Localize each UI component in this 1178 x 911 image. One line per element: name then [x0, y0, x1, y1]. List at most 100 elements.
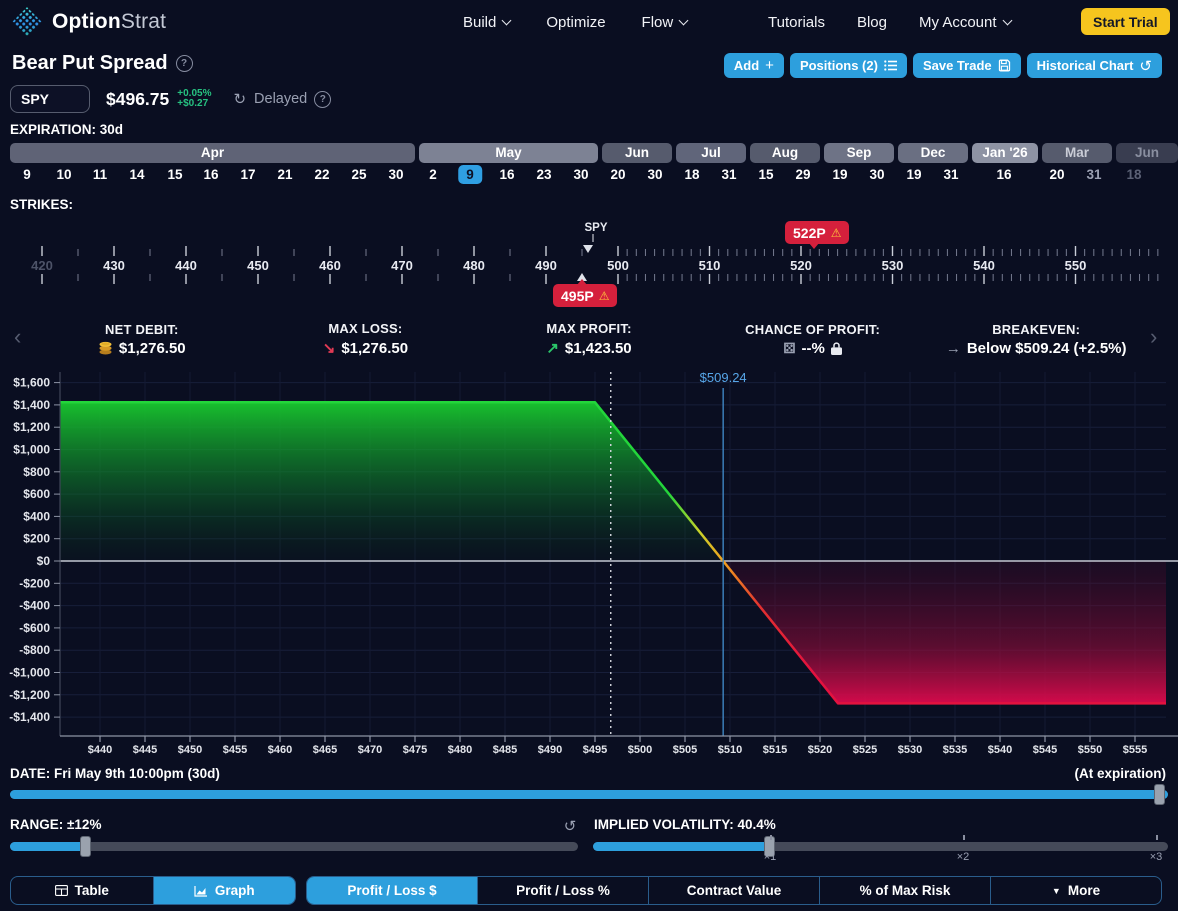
strikes-label: STRIKES: [10, 197, 73, 212]
expiration-month-sep[interactable]: Sep [824, 143, 894, 163]
expiration-date-14[interactable]: 14 [129, 167, 144, 182]
nav-blog[interactable]: Blog [857, 14, 887, 31]
chevron-down-icon [1002, 15, 1012, 25]
expiration-date-20[interactable]: 20 [610, 167, 625, 182]
expiration-date-16[interactable]: 16 [499, 167, 514, 182]
nav-tutorials[interactable]: Tutorials [768, 14, 825, 31]
iv-slider-fill [593, 842, 770, 851]
view-tab-group: Table Graph [10, 876, 296, 905]
date-slider[interactable] [10, 790, 1168, 799]
save-trade-button[interactable]: Save Trade [913, 53, 1021, 78]
optionstrat-logo[interactable]: OptionStrat [10, 5, 166, 39]
expiration-month-mar[interactable]: Mar [1042, 143, 1112, 163]
start-trial-button[interactable]: Start Trial [1081, 8, 1170, 35]
iv-scale-label: ×2 [957, 851, 970, 863]
svg-text:$460: $460 [268, 744, 292, 756]
svg-text:$540: $540 [988, 744, 1012, 756]
nav-my-account[interactable]: My Account [919, 14, 1011, 31]
tab-table[interactable]: Table [11, 877, 153, 904]
expiration-month-aug[interactable]: Aug [750, 143, 820, 163]
expiration-month-may[interactable]: May [419, 143, 598, 163]
expiration-date-31[interactable]: 31 [721, 167, 736, 182]
expiration-date-15[interactable]: 15 [758, 167, 773, 182]
expiration-date-9-selected[interactable]: 9 [458, 165, 482, 184]
expiration-date-25[interactable]: 25 [351, 167, 366, 182]
expiration-month-dec[interactable]: Dec [898, 143, 968, 163]
right-arrow-icon: → [946, 340, 961, 357]
tab-profit-loss-dollar[interactable]: Profit / Loss $ [307, 877, 477, 904]
tab-graph[interactable]: Graph [153, 877, 296, 904]
help-icon[interactable]: ? [176, 55, 193, 72]
expiration-date-30[interactable]: 30 [869, 167, 884, 182]
expiration-date-19[interactable]: 19 [832, 167, 847, 182]
loss-arrow-icon: ↘ [323, 339, 336, 357]
expiration-date-19[interactable]: 19 [906, 167, 921, 182]
expiration-date-29[interactable]: 29 [795, 167, 810, 182]
range-slider-handle[interactable] [80, 836, 91, 857]
symbol-input[interactable]: SPY [10, 85, 90, 113]
expiration-date-17[interactable]: 17 [240, 167, 255, 182]
iv-scale-label: ×1 [764, 851, 777, 863]
expiration-month-jan26[interactable]: Jan '26 [972, 143, 1038, 163]
expiration-date-31[interactable]: 31 [1086, 167, 1101, 182]
svg-text:$505: $505 [673, 744, 697, 756]
nav-build[interactable]: Build [463, 14, 510, 31]
svg-text:-$400: -$400 [19, 599, 50, 613]
svg-text:$515: $515 [763, 744, 787, 756]
expiration-month-jun[interactable]: Jun [1116, 143, 1178, 163]
expiration-date-10[interactable]: 10 [56, 167, 71, 182]
nav-optimize[interactable]: Optimize [546, 14, 605, 31]
range-label: RANGE: ±12% [10, 817, 101, 832]
expiration-date-22[interactable]: 22 [314, 167, 329, 182]
svg-text:-$1,400: -$1,400 [9, 710, 50, 724]
nav-flow[interactable]: Flow [642, 14, 688, 31]
expiration-date-11[interactable]: 11 [93, 167, 107, 182]
expiration-date-30[interactable]: 30 [647, 167, 662, 182]
tab-profit-loss-percent[interactable]: Profit / Loss % [477, 877, 648, 904]
svg-text:-$800: -$800 [19, 643, 50, 657]
tab-percent-of-max-risk[interactable]: % of Max Risk [819, 877, 990, 904]
tab-contract-value[interactable]: Contract Value [648, 877, 819, 904]
svg-text:$550: $550 [1078, 744, 1102, 756]
stats-next-arrow[interactable]: › [1150, 326, 1157, 348]
expiration-date-16[interactable]: 16 [203, 167, 218, 182]
expiration-date-30[interactable]: 30 [388, 167, 403, 182]
expiration-date-2[interactable]: 2 [429, 167, 437, 182]
svg-text:430: 430 [103, 258, 125, 273]
svg-text:$535: $535 [943, 744, 967, 756]
expiration-date-18[interactable]: 18 [1126, 167, 1141, 182]
expiration-date-18[interactable]: 18 [684, 167, 699, 182]
range-slider[interactable] [10, 842, 578, 851]
refresh-icon[interactable]: ↻ [233, 90, 246, 108]
expiration-date-15[interactable]: 15 [167, 167, 182, 182]
expiration-date-9[interactable]: 9 [23, 167, 31, 182]
strike-badge-522p[interactable]: 522P⚠ [785, 221, 849, 244]
expiration-date-31[interactable]: 31 [943, 167, 958, 182]
expiration-date-21[interactable]: 21 [277, 167, 292, 182]
date-slider-handle[interactable] [1154, 784, 1165, 805]
svg-text:530: 530 [882, 258, 904, 273]
top-nav: OptionStrat Build Optimize Flow Tutorial… [0, 0, 1178, 44]
add-button[interactable]: Add+ [724, 53, 784, 78]
page-title: Bear Put Spread ? [12, 52, 193, 75]
expiration-date-16[interactable]: 16 [996, 167, 1011, 182]
breakeven-price-label: $509.24 [700, 370, 747, 385]
delayed-help-icon[interactable]: ? [314, 91, 331, 108]
svg-text:450: 450 [247, 258, 269, 273]
coins-icon [98, 341, 113, 355]
historical-chart-button[interactable]: Historical Chart ↺ [1027, 53, 1162, 78]
expiration-month-apr[interactable]: Apr [10, 143, 415, 163]
iv-reset-icon[interactable]: ↺ [562, 819, 578, 835]
expiration-date-30[interactable]: 30 [573, 167, 588, 182]
stats-prev-arrow[interactable]: ‹ [14, 326, 21, 348]
expiration-date-23[interactable]: 23 [536, 167, 551, 182]
expiration-date-20[interactable]: 20 [1049, 167, 1064, 182]
tab-more[interactable]: ▼ More [990, 877, 1161, 904]
pl-chart[interactable]: $509.24$440$445$450$455$460$465$470$475$… [0, 368, 1178, 762]
iv-slider[interactable] [593, 842, 1168, 851]
positions-button[interactable]: Positions (2) [790, 53, 907, 78]
strike-badge-495p[interactable]: 495P⚠ [553, 284, 617, 307]
expiration-month-jun[interactable]: Jun [602, 143, 672, 163]
date-label: DATE: Fri May 9th 10:00pm (30d) [10, 766, 220, 781]
expiration-month-jul[interactable]: Jul [676, 143, 746, 163]
